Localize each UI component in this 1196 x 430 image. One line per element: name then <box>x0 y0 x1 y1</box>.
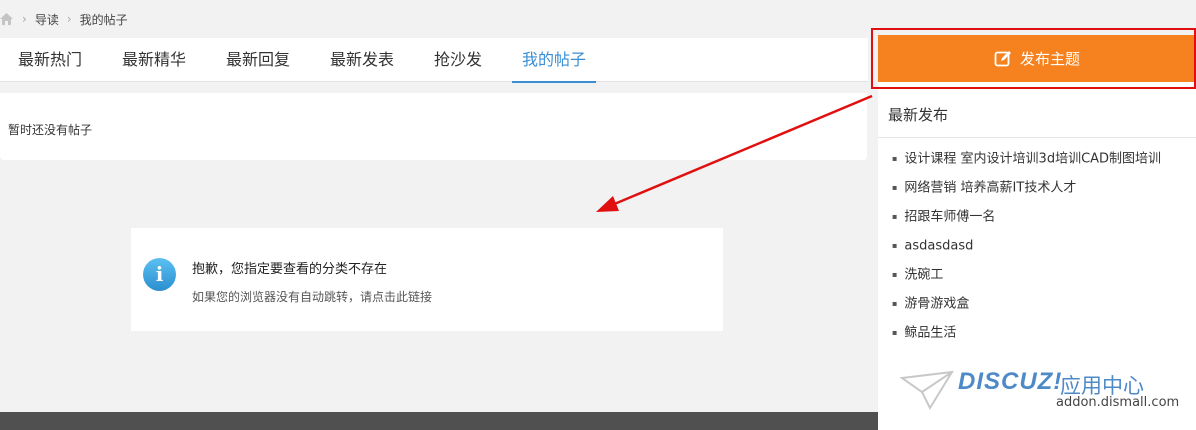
breadcrumb-item-guide[interactable]: 导读 <box>35 11 59 28</box>
breadcrumb-item-my-posts[interactable]: 我的帖子 <box>80 11 128 28</box>
list-item[interactable]: asdasdasd <box>892 235 1161 264</box>
info-icon: i <box>143 258 176 291</box>
tab-sofa[interactable]: 抢沙发 <box>434 38 482 82</box>
chevron-right-icon: › <box>22 12 27 26</box>
chevron-right-icon: › <box>66 12 72 26</box>
tab-my-posts[interactable]: 我的帖子 <box>511 38 597 83</box>
empty-posts-card: 暂时还没有帖子 <box>0 93 867 160</box>
divider <box>878 137 1196 138</box>
list-item[interactable]: 鲸品生活 <box>892 322 1161 351</box>
watermark-brand: DISCUZ! <box>958 368 1063 395</box>
list-item[interactable]: 招跟车师傅一名 <box>892 206 1161 235</box>
tab-latest-reply[interactable]: 最新回复 <box>226 38 290 82</box>
empty-posts-text: 暂时还没有帖子 <box>8 123 93 137</box>
list-item[interactable]: 洗碗工 <box>892 264 1161 293</box>
tab-latest-post[interactable]: 最新发表 <box>330 38 394 82</box>
watermark-url: addon.dismall.com <box>1056 395 1180 410</box>
latest-posts-title: 最新发布 <box>888 106 949 124</box>
tab-hot[interactable]: 最新热门 <box>18 38 82 82</box>
discuz-watermark: DISCUZ! 应用中心 addon.dismall.com <box>900 364 1190 414</box>
paper-plane-icon <box>900 370 954 411</box>
redirect-link[interactable]: 如果您的浏览器没有自动跳转，请点击此链接 <box>192 288 432 305</box>
error-notice: i 抱歉，您指定要查看的分类不存在 如果您的浏览器没有自动跳转，请点击此链接 <box>131 228 723 331</box>
list-item[interactable]: 设计课程 室内设计培训3d培训CAD制图培训 <box>892 148 1161 177</box>
latest-posts-list: 设计课程 室内设计培训3d培训CAD制图培训 网络营销 培养高薪IT技术人才 招… <box>892 148 1161 351</box>
list-item[interactable]: 网络营销 培养高薪IT技术人才 <box>892 177 1161 206</box>
footer-bar <box>0 412 880 430</box>
notice-title: 抱歉，您指定要查看的分类不存在 <box>192 262 388 277</box>
list-item[interactable]: 游骨游戏盒 <box>892 293 1161 322</box>
thread-tabs: 最新热门 最新精华 最新回复 最新发表 抢沙发 我的帖子 <box>0 38 868 83</box>
tab-digest[interactable]: 最新精华 <box>122 38 186 82</box>
home-icon[interactable] <box>0 12 14 26</box>
highlight-box <box>871 28 1196 89</box>
